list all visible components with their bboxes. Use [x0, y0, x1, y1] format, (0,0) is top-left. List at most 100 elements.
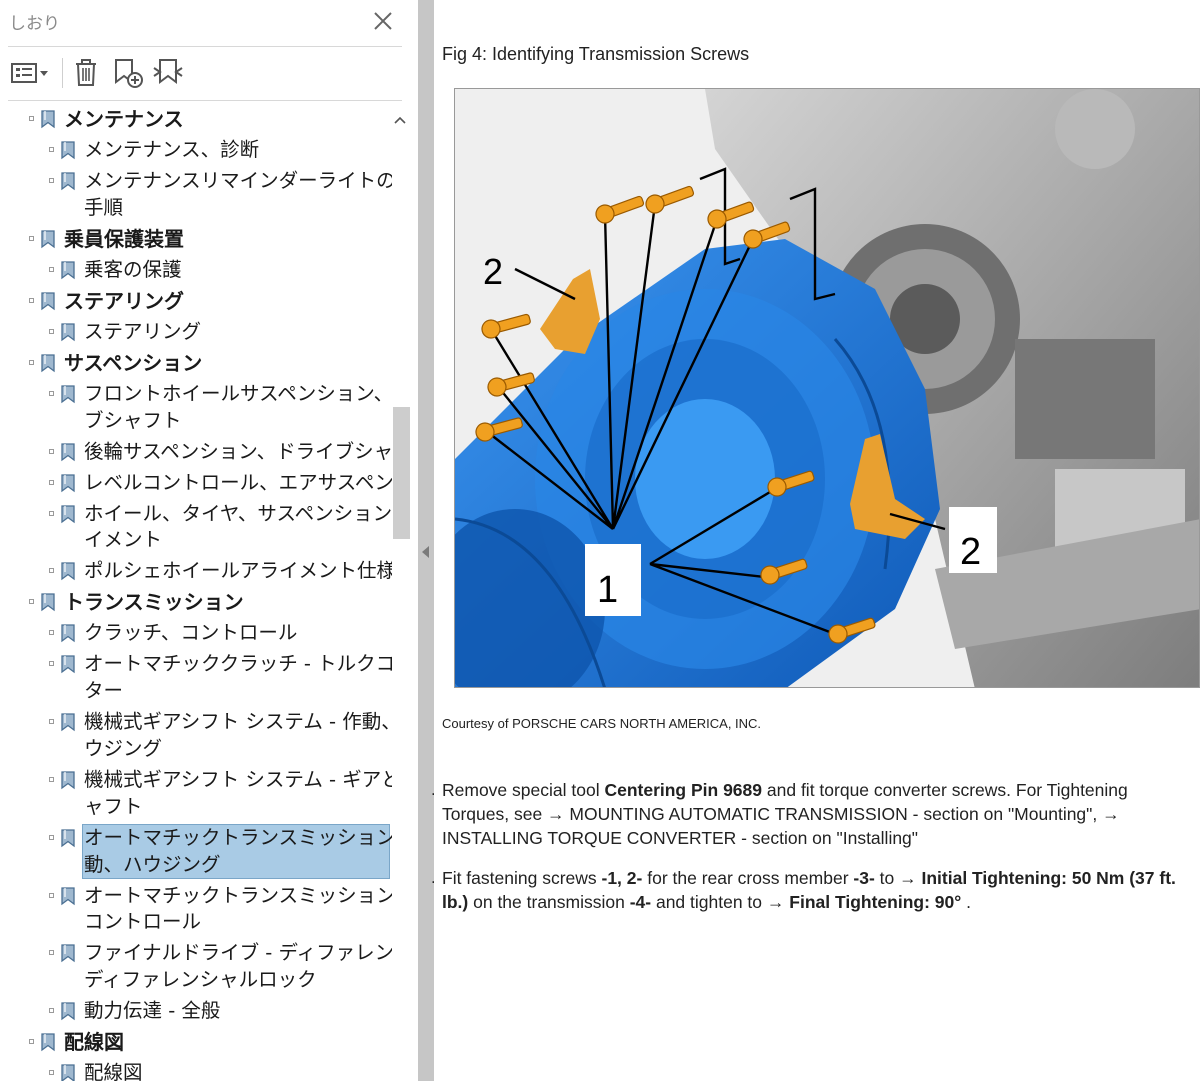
- collapse-arrow-icon[interactable]: [422, 546, 429, 558]
- scroll-up-button[interactable]: [392, 112, 408, 128]
- bookmark-label: フロントホイールサスペンション、ドライ: [84, 381, 392, 405]
- expand-toggle[interactable]: [29, 599, 34, 605]
- bookmark-item[interactable]: オートマチックトランスミッション - ギア、コントロール: [0, 883, 392, 937]
- options-list-icon: [11, 63, 48, 83]
- bookmark-item[interactable]: ファイナルドライブ - ディファレンシャル、ディファレンシャルロック: [0, 940, 392, 994]
- transmission-illustration: 2 1 2: [455, 89, 1199, 687]
- bookmark-item[interactable]: 配線図: [0, 1029, 392, 1056]
- bookmark-item[interactable]: オートマチッククラッチ - トルクコンバーター: [0, 651, 392, 705]
- bookmark-icon: [59, 654, 78, 674]
- new-bookmark-button[interactable]: [112, 56, 144, 88]
- bookmark-label: 後輪サスペンション、ドライブシャフト: [84, 439, 392, 463]
- expand-bookmark-button[interactable]: [152, 56, 184, 88]
- transmission-figure: 2 1 2: [454, 88, 1200, 688]
- expand-toggle[interactable]: [49, 510, 54, 516]
- bookmark-icon: [59, 561, 78, 581]
- bookmark-label: ポルシェホイールアライメント仕様: [84, 559, 392, 583]
- expand-toggle[interactable]: [49, 479, 54, 485]
- options-button[interactable]: [10, 56, 50, 88]
- torque-spec-link[interactable]: Final Tightening: 90°: [789, 892, 961, 912]
- text-run: on the transmission: [468, 892, 630, 912]
- bookmark-label: 配線図: [64, 1030, 124, 1055]
- bookmark-item[interactable]: フロントホイールサスペンション、ドライブシャフト: [0, 381, 392, 435]
- expand-toggle[interactable]: [49, 266, 54, 272]
- expand-toggle[interactable]: [49, 1008, 54, 1014]
- expand-toggle[interactable]: [49, 147, 54, 152]
- bookmark-item[interactable]: メンテナンスリマインダーライトのリセット手順: [0, 168, 392, 222]
- expand-toggle[interactable]: [49, 719, 54, 725]
- bookmark-item[interactable]: トランスミッション: [0, 589, 392, 616]
- bookmark-item[interactable]: ステアリング: [0, 288, 392, 315]
- expand-toggle[interactable]: [29, 297, 34, 303]
- bookmark-item[interactable]: 乗員保護装置: [0, 226, 392, 253]
- text-run: Fit fastening screws: [442, 868, 602, 888]
- bookmark-item[interactable]: ホイール、タイヤ、サスペンションのアライメント: [0, 501, 392, 555]
- chevron-up-icon: [394, 116, 406, 124]
- expand-toggle[interactable]: [29, 235, 34, 241]
- new-bookmark-icon: [115, 59, 143, 88]
- expand-toggle[interactable]: [29, 359, 34, 365]
- expand-toggle[interactable]: [29, 1039, 34, 1045]
- expand-toggle[interactable]: [49, 834, 54, 840]
- scrollbar-thumb[interactable]: [393, 407, 410, 539]
- bookmark-icon: [59, 322, 78, 342]
- part-ref: -4-: [629, 892, 652, 912]
- bookmark-label: 動力伝達 - 全般: [84, 999, 221, 1023]
- expand-bookmark-icon: [153, 59, 183, 84]
- bookmark-label: トランスミッション: [64, 590, 244, 615]
- bookmark-label: メンテナンスリマインダーライトのリセット: [84, 169, 392, 192]
- expand-toggle[interactable]: [49, 777, 54, 782]
- expand-toggle[interactable]: [49, 568, 54, 574]
- bookmark-item[interactable]: 機械式ギアシフト システム - 作動、ハ ウジング: [0, 709, 392, 763]
- bookmark-item[interactable]: 乗客の保護: [0, 257, 392, 284]
- delete-bookmark-button[interactable]: [72, 56, 100, 88]
- bookmark-item[interactable]: 動力伝達 - 全般: [0, 998, 392, 1025]
- bookmark-item[interactable]: サスペンション: [0, 350, 392, 377]
- callout-2-left: 2: [483, 251, 503, 292]
- bookmark-item[interactable]: 後輪サスペンション、ドライブシャフト: [0, 439, 392, 466]
- bookmark-icon: [59, 1001, 78, 1021]
- bookmark-label: ブシャフト: [84, 408, 182, 432]
- bookmark-label: ウジング: [84, 736, 163, 760]
- instruction-paragraph-1: Remove special tool Centering Pin 9689 a…: [442, 778, 1198, 850]
- tool-name: Centering Pin 9689: [604, 780, 763, 800]
- bookmark-item[interactable]: 機械式ギアシフト システム - ギアとシ ャフト: [0, 767, 392, 821]
- bookmark-item[interactable]: レベルコントロール、エアサスペンション: [0, 470, 392, 497]
- expand-toggle[interactable]: [49, 892, 54, 898]
- expand-toggle[interactable]: [49, 661, 54, 667]
- bookmark-icon: [59, 504, 78, 524]
- bookmark-label: ター: [84, 679, 124, 703]
- instruction-paragraph-2: Fit fastening screws -1, 2- for the rear…: [442, 866, 1198, 914]
- bookmark-item[interactable]: メンテナンス: [0, 106, 392, 133]
- expand-toggle[interactable]: [29, 116, 34, 121]
- expand-toggle[interactable]: [49, 328, 54, 334]
- expand-toggle[interactable]: [49, 630, 54, 636]
- panel-splitter[interactable]: [418, 0, 434, 1081]
- expand-toggle[interactable]: [49, 178, 54, 183]
- bookmark-item[interactable]: クラッチ、コントロール: [0, 620, 392, 647]
- bookmark-item[interactable]: ステアリング: [0, 319, 392, 346]
- bookmark-label: コントロール: [84, 910, 202, 934]
- document-page: Fig 4: Identifying Transmission Screws 2…: [434, 0, 1200, 1081]
- bookmark-label: 動、ハウジング: [84, 852, 221, 876]
- bookmark-icon: [59, 886, 78, 906]
- expand-toggle[interactable]: [49, 950, 54, 956]
- bookmark-label: ステアリング: [64, 288, 184, 313]
- bookmark-label: ステアリング: [84, 319, 202, 343]
- expand-toggle[interactable]: [49, 1070, 54, 1076]
- toolbar-separator: [62, 58, 63, 88]
- bookmark-icon: [59, 1063, 78, 1081]
- bookmark-item[interactable]: オートマチックトランスミッション - 作動、ハウジング: [0, 823, 392, 880]
- bookmark-item[interactable]: メンテナンス、診断: [0, 137, 392, 164]
- bookmark-label: クラッチ、コントロール: [84, 621, 298, 645]
- close-panel-button[interactable]: [370, 8, 396, 34]
- bookmark-icon: [59, 828, 78, 848]
- bookmark-tree: メンテナンスメンテナンス、診断メンテナンスリマインダーライトのリセット手順乗員保…: [0, 104, 392, 1081]
- expand-toggle[interactable]: [49, 390, 54, 396]
- callout-2-right: 2: [960, 531, 981, 573]
- divider: [8, 46, 402, 47]
- bookmark-icon: [39, 1032, 58, 1052]
- bookmark-item[interactable]: ポルシェホイールアライメント仕様: [0, 558, 392, 585]
- expand-toggle[interactable]: [49, 448, 54, 454]
- bookmark-item[interactable]: 配線図: [0, 1060, 392, 1081]
